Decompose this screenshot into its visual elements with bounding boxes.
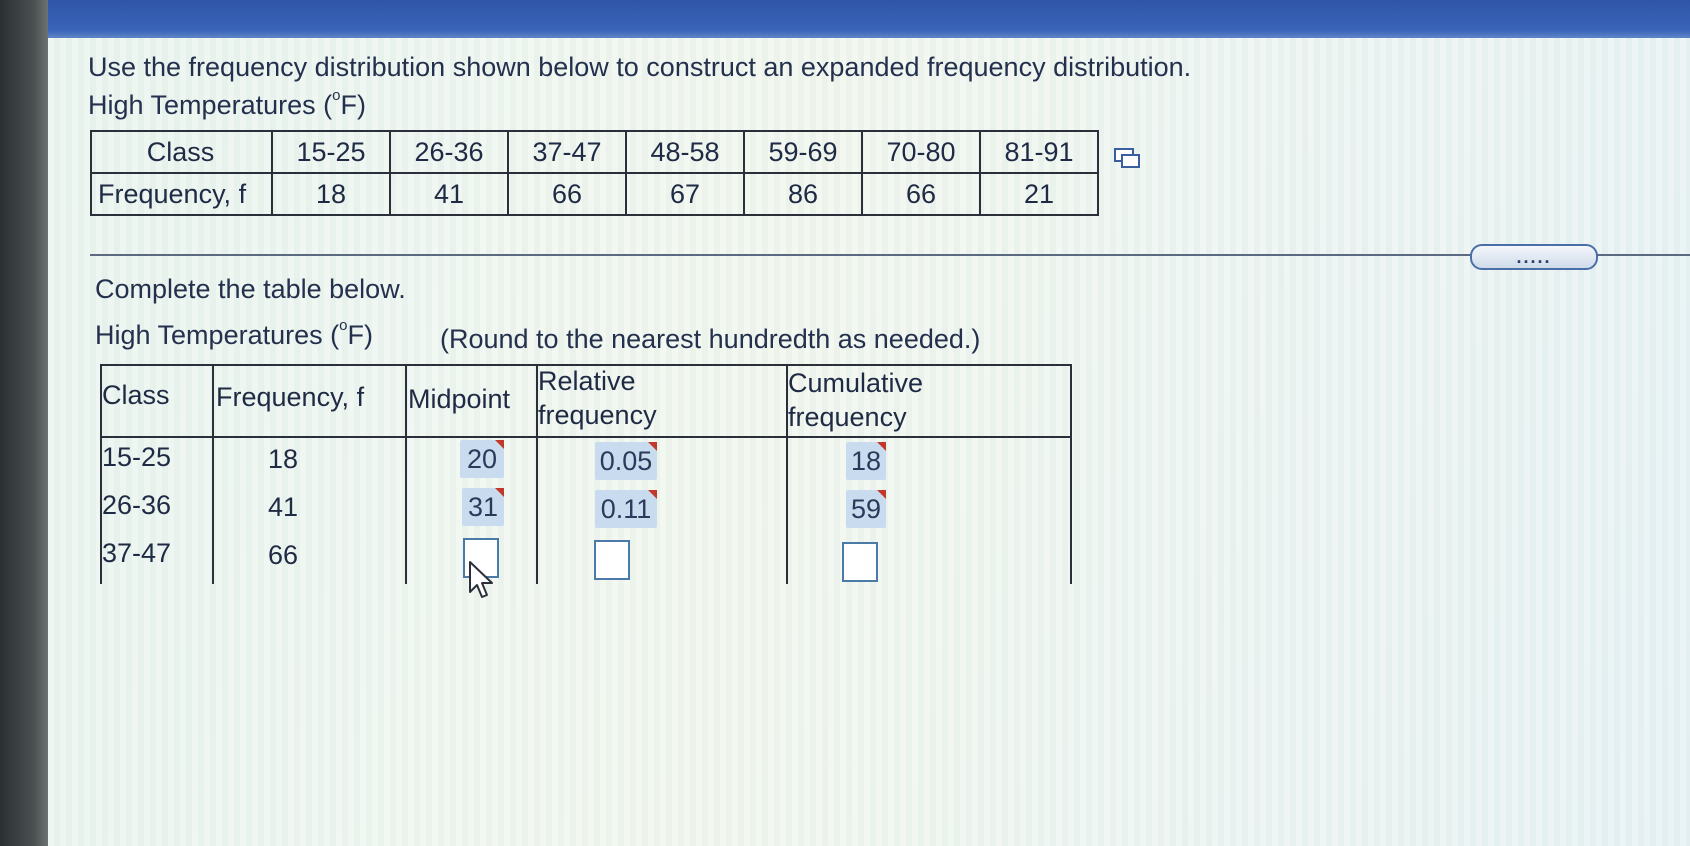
header-class: Class	[102, 380, 170, 410]
midpoint-answer[interactable]: 20	[460, 440, 504, 478]
frequency-cell: 18	[271, 172, 391, 216]
frequency-cell: 41	[389, 172, 509, 216]
class-cell: 48-58	[625, 130, 745, 174]
column-divider	[212, 366, 214, 584]
class-cell: 15-25	[271, 130, 391, 174]
given-frequency-table: Class 15-25 26-36 37-47 48-58 59-69 70-8…	[90, 130, 1099, 216]
expand-button[interactable]: .....	[1470, 244, 1598, 270]
frequency-cell: 66	[507, 172, 627, 216]
class-header: Class	[90, 130, 273, 174]
class-cell: 37-47	[507, 130, 627, 174]
row-frequency: 18	[268, 444, 299, 474]
row-frequency: 66	[268, 540, 299, 570]
header-frequency: Frequency, f	[216, 382, 365, 412]
class-cell: 70-80	[861, 130, 981, 174]
class-cell: 59-69	[743, 130, 863, 174]
header-cumulative-line1: Cumulative	[788, 368, 924, 398]
row-class: 15-25	[102, 442, 172, 472]
rounding-note: (Round to the nearest hundredth as neede…	[440, 324, 981, 354]
row-class: 26-36	[102, 490, 172, 520]
frequency-cell: 67	[625, 172, 745, 216]
relative-frequency-answer[interactable]: 0.05	[595, 442, 657, 480]
given-table-title: High Temperatures (oF)	[88, 87, 366, 120]
relative-frequency-answer[interactable]: 0.11	[595, 490, 657, 528]
header-cumulative-line2: frequency	[788, 402, 907, 432]
cumulative-frequency-input[interactable]	[842, 542, 878, 582]
header-midpoint: Midpoint	[408, 384, 511, 414]
cumulative-frequency-answer[interactable]: 59	[846, 490, 886, 528]
answer-table-title: High Temperatures (oF)	[95, 317, 373, 350]
column-divider	[405, 366, 407, 584]
instruction-text: Complete the table below.	[95, 274, 406, 304]
frequency-cell: 86	[743, 172, 863, 216]
midpoint-answer[interactable]: 31	[462, 488, 504, 526]
mouse-cursor-icon	[469, 561, 493, 598]
relative-frequency-input[interactable]	[594, 540, 630, 580]
monitor-bezel	[0, 0, 48, 846]
given-frequency-row: Frequency, f 18 41 66 67 86 66 21	[90, 172, 1099, 216]
answer-table: Class Frequency, f Midpoint Relative fre…	[100, 364, 1072, 584]
row-class: 37-47	[102, 538, 172, 568]
cumulative-frequency-answer[interactable]: 18	[846, 442, 886, 480]
frequency-cell: 21	[979, 172, 1099, 216]
question-text: Use the frequency distribution shown bel…	[88, 52, 1192, 82]
class-cell: 81-91	[979, 130, 1099, 174]
class-cell: 26-36	[389, 130, 509, 174]
window-header-bar	[48, 0, 1690, 38]
header-divider	[100, 436, 1070, 438]
frequency-cell: 66	[861, 172, 981, 216]
copy-data-icon[interactable]	[1113, 146, 1141, 170]
header-relative-line1: Relative	[538, 366, 636, 396]
row-frequency: 41	[268, 492, 299, 522]
given-class-row: Class 15-25 26-36 37-47 48-58 59-69 70-8…	[90, 130, 1099, 174]
frequency-header: Frequency, f	[90, 172, 273, 216]
header-relative-line2: frequency	[538, 400, 657, 430]
section-divider	[90, 254, 1690, 256]
